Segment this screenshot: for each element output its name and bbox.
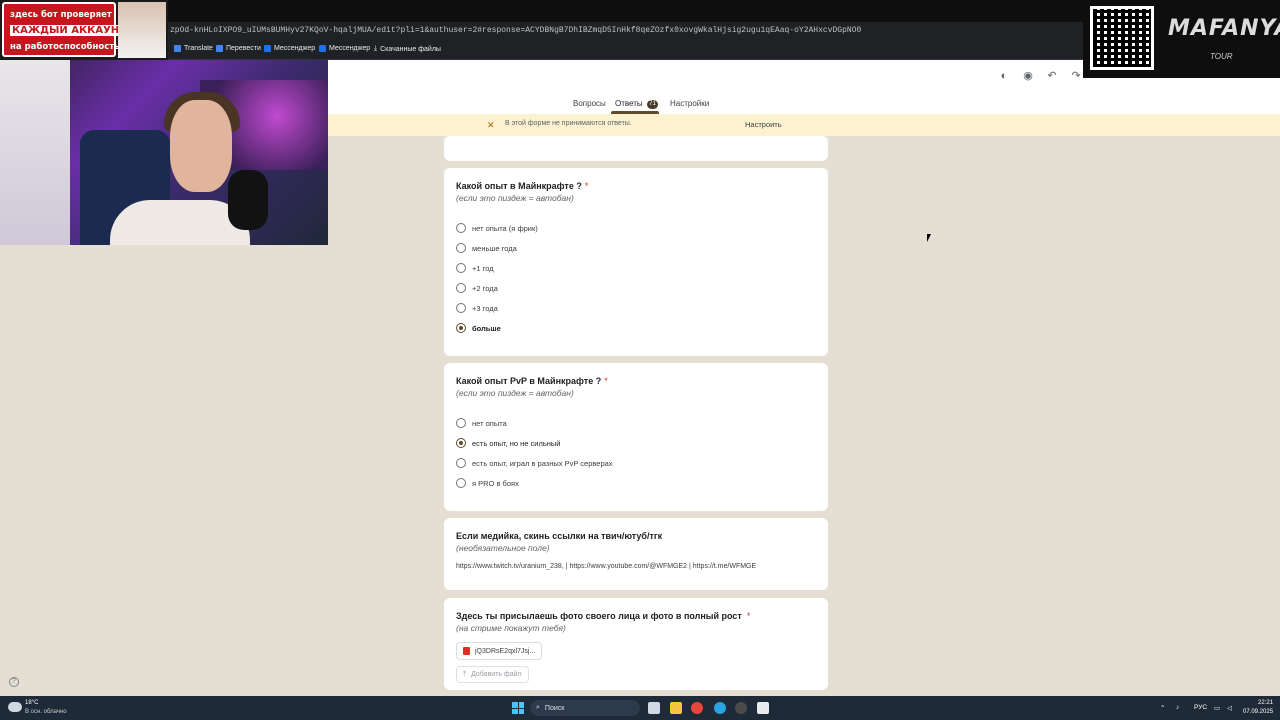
volume-icon[interactable]: ◁ (1227, 704, 1232, 712)
url-text[interactable]: zpOd-knHLoIXPO9_uIUMsBUMHyv27KQoV-hqaljM… (170, 26, 861, 35)
taskbar-search[interactable]: ⌕ Поиск (530, 700, 640, 716)
file-explorer-icon[interactable] (670, 702, 682, 714)
task-view-icon[interactable] (648, 702, 660, 714)
option[interactable]: нет опыта (я фрик) (456, 223, 538, 233)
cloud-icon[interactable] (8, 702, 22, 712)
bookmark-perevesti[interactable]: Перевести (216, 45, 261, 52)
promo-line: КАЖДЫЙ АККАУНТ (10, 25, 128, 36)
tab-settings[interactable]: Настройки (670, 99, 709, 108)
network-icon[interactable]: ▭ (1214, 704, 1220, 712)
promo-badge: здесь бот проверяет КАЖДЫЙ АККАУНТ на ра… (2, 2, 128, 57)
required-mark: * (584, 181, 589, 191)
option-selected[interactable]: есть опыт, но не сильный (456, 438, 560, 448)
webcam-background (0, 60, 70, 245)
required-mark: * (746, 611, 751, 621)
language-indicator[interactable]: РУС (1194, 704, 1207, 711)
add-file-button[interactable]: ⤒ Добавить файл (456, 666, 529, 683)
obs-icon[interactable] (735, 702, 747, 714)
required-mark: * (604, 376, 608, 386)
bookmark-messenger-1[interactable]: Мессенджер (264, 45, 315, 52)
promo-banner: здесь бот проверяет КАЖДЫЙ АККАУНТ на ра… (0, 0, 168, 60)
microphone-tray-icon[interactable]: ♪ (1176, 704, 1179, 711)
bookmark-downloads[interactable]: ⤓ Скачанные файлы (374, 45, 441, 53)
download-icon: ⤓ (374, 45, 378, 52)
radio-button[interactable] (456, 223, 466, 233)
answer-text: https://www.twitch.tv/uranium_238, | htt… (456, 563, 757, 570)
uploaded-file-chip[interactable]: jQ3DRsE2qxl7Jsj... (456, 642, 543, 660)
option[interactable]: я PRO в боях (456, 478, 519, 488)
redo-icon[interactable]: ↷ (1070, 70, 1082, 82)
clock[interactable]: 22:21 07.09.2025 (1243, 699, 1273, 717)
microphone (228, 170, 268, 230)
brand-logo: MAFANYA (1168, 16, 1280, 41)
bookmark-translate[interactable]: Translate (174, 45, 213, 52)
chrome-icon[interactable] (691, 702, 703, 714)
upload-icon: ⤒ (463, 670, 467, 678)
option[interactable]: нет опыта (456, 418, 507, 428)
windows-taskbar (0, 696, 1280, 720)
search-icon: ⌕ (536, 704, 540, 711)
webcam-overlay (0, 60, 328, 245)
streamer-face (170, 100, 232, 192)
configure-button[interactable]: Настроить (745, 120, 782, 129)
radio-button[interactable] (456, 478, 466, 488)
radio-button[interactable] (456, 283, 466, 293)
question-card-media-links: Если медийка, скинь ссылки на твич/ютуб/… (444, 518, 828, 590)
qr-code (1090, 6, 1154, 70)
option[interactable]: меньше года (456, 243, 517, 253)
question-description: (на стриме покажут тебя) (456, 623, 566, 633)
option[interactable]: +2 года (456, 283, 498, 293)
question-description: (если это пиздеж = автобан) (456, 193, 574, 203)
question-title: Здесь ты присылаешь фото своего лица и ф… (456, 611, 751, 621)
promo-line: на работоспособность (10, 42, 120, 52)
option[interactable]: +1 год (456, 263, 494, 273)
radio-button[interactable] (456, 418, 466, 428)
promo-photo (118, 2, 166, 58)
radio-button[interactable] (456, 458, 466, 468)
weather-description[interactable]: В осн. облачно (25, 709, 67, 715)
question-title: Какой опыт PvP в Майнкрафте ? * (456, 376, 608, 386)
promo-line: здесь бот проверяет (10, 10, 112, 20)
translate-icon (174, 45, 181, 52)
messenger-icon (319, 45, 326, 52)
translate-icon (216, 45, 223, 52)
closed-form-icon: ✕ (487, 120, 495, 130)
brand-subtitle: TOUR (1210, 52, 1233, 61)
tab-questions[interactable]: Вопросы (573, 99, 606, 108)
responses-count-badge: 71 (647, 100, 658, 109)
closed-form-notice (328, 114, 1280, 136)
mouse-cursor (927, 234, 931, 242)
palette-icon[interactable]: ◐ (998, 70, 1010, 82)
weather-temperature[interactable]: 18°C (25, 700, 38, 706)
help-icon[interactable]: ? (9, 677, 19, 687)
tab-responses[interactable]: Ответы (615, 99, 643, 108)
option[interactable]: +3 года (456, 303, 498, 313)
question-card-pvp-experience: Какой опыт PvP в Майнкрафте ? * (если это… (444, 363, 828, 511)
app-window-icon[interactable] (757, 702, 769, 714)
radio-button[interactable] (456, 303, 466, 313)
question-title: Если медийка, скинь ссылки на твич/ютуб/… (456, 531, 663, 541)
question-card-photo-upload: Здесь ты присылаешь фото своего лица и ф… (444, 598, 828, 690)
notice-text: В этой форме не принимаются ответы. (505, 120, 632, 127)
radio-button-checked[interactable] (456, 323, 466, 333)
messenger-icon (264, 45, 271, 52)
radio-button[interactable] (456, 263, 466, 273)
previous-question-card (444, 136, 828, 161)
preview-eye-icon[interactable]: ◉ (1022, 70, 1034, 82)
tray-chevron-icon[interactable]: ⌃ (1160, 704, 1165, 712)
bookmark-messenger-2[interactable]: Мессенджер (319, 45, 370, 52)
telegram-icon[interactable] (714, 702, 726, 714)
image-file-icon (463, 647, 470, 655)
start-button[interactable] (512, 702, 524, 714)
question-card-minecraft-experience: Какой опыт в Майнкрафте ? * (если это пиз… (444, 168, 828, 356)
question-description: (если это пиздеж = автобан) (456, 388, 574, 398)
question-description: (необязательное поле) (456, 543, 550, 553)
radio-button[interactable] (456, 243, 466, 253)
question-title: Какой опыт в Майнкрафте ? * (456, 181, 589, 191)
radio-button-checked[interactable] (456, 438, 466, 448)
option[interactable]: есть опыт, играл в разных PvP серверах (456, 458, 613, 468)
option-selected[interactable]: больше (456, 323, 501, 333)
undo-icon[interactable]: ↶ (1046, 70, 1058, 82)
